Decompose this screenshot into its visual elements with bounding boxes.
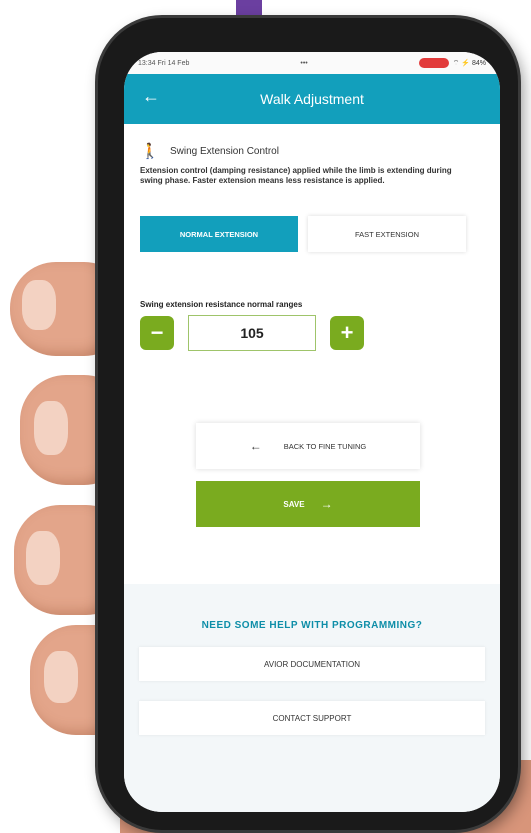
extension-toggle: NORMAL EXTENSION FAST EXTENSION (140, 216, 486, 252)
page-title: Walk Adjustment (260, 91, 364, 107)
resistance-stepper: − 105 + (140, 315, 486, 351)
decrease-button[interactable]: − (140, 316, 174, 350)
status-right: ⌔ ⚡ 84% (418, 58, 486, 68)
save-button[interactable]: SAVE → (196, 481, 420, 527)
back-button-label: BACK TO FINE TUNING (283, 441, 367, 451)
main-content: 🚶 Swing Extension Control Extension cont… (124, 124, 500, 527)
arrow-right-icon: → (320, 497, 333, 511)
arrow-left-icon[interactable]: ← (142, 86, 160, 107)
recording-indicator-icon (418, 58, 449, 68)
resistance-label: Swing extension resistance normal ranges (140, 300, 303, 309)
status-time: 13:34 Fri 14 Feb (138, 59, 190, 67)
contact-support-button[interactable]: CONTACT SUPPORT (139, 701, 485, 735)
status-dots: ••• (300, 59, 308, 67)
section-header: 🚶 Swing Extension Control (140, 142, 486, 160)
fast-extension-button[interactable]: FAST EXTENSION (308, 216, 466, 252)
battery-status: ⌔ ⚡ 84% (452, 59, 486, 67)
back-to-fine-tuning-button[interactable]: ← BACK TO FINE TUNING (196, 423, 420, 469)
status-bar: 13:34 Fri 14 Feb ••• ⌔ ⚡ 84% (124, 52, 500, 74)
background-accent (236, 0, 262, 20)
app-bar: ← Walk Adjustment (124, 74, 500, 124)
documentation-button[interactable]: AVIOR DOCUMENTATION (139, 647, 485, 681)
section-description: Extension control (damping resistance) a… (140, 166, 452, 185)
increase-button[interactable]: + (330, 316, 364, 350)
normal-extension-button[interactable]: NORMAL EXTENSION (140, 216, 298, 252)
save-button-label: SAVE (283, 499, 305, 509)
arrow-left-icon: ← (249, 439, 262, 453)
section-title: Swing Extension Control (170, 145, 279, 157)
help-section: NEED SOME HELP WITH PROGRAMMING? AVIOR D… (124, 584, 500, 812)
app-screen: 13:34 Fri 14 Feb ••• ⌔ ⚡ 84% ← Walk Adju… (124, 52, 500, 812)
help-title: NEED SOME HELP WITH PROGRAMMING? (201, 620, 423, 631)
walking-person-icon: 🚶 (140, 143, 160, 160)
resistance-value-field[interactable]: 105 (188, 315, 316, 351)
